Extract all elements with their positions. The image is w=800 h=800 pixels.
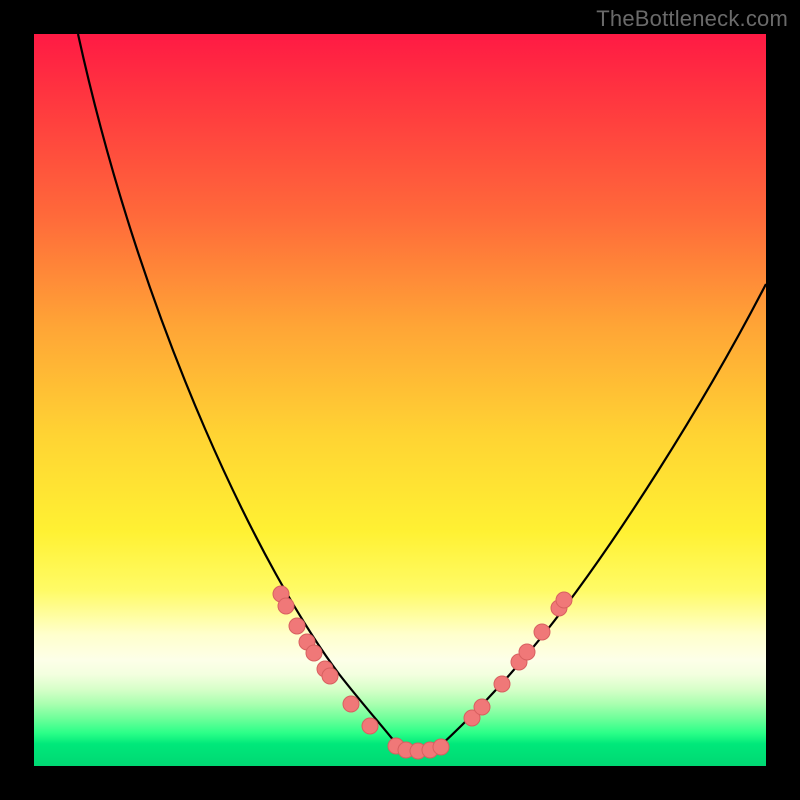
data-dot <box>343 696 359 712</box>
watermark-text: TheBottleneck.com <box>596 6 788 32</box>
data-dots <box>273 586 572 759</box>
data-dot <box>362 718 378 734</box>
curve-left <box>78 34 398 746</box>
data-dot <box>534 624 550 640</box>
data-dot <box>474 699 490 715</box>
data-dot <box>306 645 322 661</box>
data-dot <box>556 592 572 608</box>
data-dot <box>278 598 294 614</box>
curve-right <box>440 284 766 746</box>
bottleneck-curve <box>34 34 766 766</box>
data-dot <box>322 668 338 684</box>
data-dot <box>289 618 305 634</box>
data-dot <box>519 644 535 660</box>
chart-area <box>34 34 766 766</box>
data-dot <box>433 739 449 755</box>
data-dot <box>494 676 510 692</box>
